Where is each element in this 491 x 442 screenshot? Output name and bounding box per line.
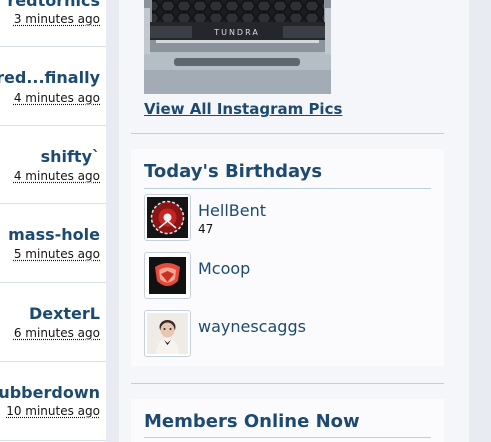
birthdays-block: Today's Birthdays HellBent 47 Mcoop wayn… xyxy=(131,149,444,366)
activity-username[interactable]: redtornics xyxy=(7,0,100,10)
activity-timestamp[interactable]: 5 minutes ago xyxy=(14,247,100,261)
activity-timestamp[interactable]: 4 minutes ago xyxy=(14,169,100,183)
list-item: shifty` 4 minutes ago xyxy=(0,126,106,204)
title-underline xyxy=(144,437,431,438)
avatar[interactable] xyxy=(144,310,191,357)
child-photo-icon xyxy=(147,313,188,354)
members-online-block: Members Online Now xyxy=(131,399,444,442)
activity-timestamp[interactable]: 4 minutes ago xyxy=(14,91,100,105)
birthday-username[interactable]: waynescaggs xyxy=(198,317,306,336)
instagram-photo[interactable]: TUNDRA xyxy=(144,0,331,94)
truck-grille-image: TUNDRA xyxy=(144,0,331,94)
column-gutter xyxy=(106,0,119,442)
grille-brand-text: TUNDRA xyxy=(213,28,260,37)
activity-username[interactable]: red...finally xyxy=(0,69,100,87)
avatar[interactable] xyxy=(144,194,191,241)
list-item: Rubberdown 10 minutes ago xyxy=(0,362,106,441)
red-gear-emblem-icon xyxy=(147,197,188,238)
sidebar: TUNDRA View All Instagram Pics Today's B… xyxy=(119,0,469,442)
birthday-age: 47 xyxy=(198,222,214,236)
list-item: redtornics 3 minutes ago xyxy=(0,0,106,47)
activity-username[interactable]: mass-hole xyxy=(8,226,100,244)
section-divider xyxy=(131,383,444,384)
activity-timestamp[interactable]: 10 minutes ago xyxy=(6,404,100,418)
activity-timestamp[interactable]: 6 minutes ago xyxy=(14,326,100,340)
activity-timestamp[interactable]: 3 minutes ago xyxy=(14,12,100,26)
recent-activity-list: redtornics 3 minutes ago red...finally 4… xyxy=(0,0,106,442)
red-shield-logo-icon xyxy=(147,255,188,296)
title-underline xyxy=(144,188,431,189)
birthdays-title: Today's Birthdays xyxy=(144,161,323,182)
section-divider xyxy=(131,133,444,134)
page-side-margin xyxy=(469,0,491,442)
list-item: red...finally 4 minutes ago xyxy=(0,47,106,126)
birthday-username[interactable]: HellBent xyxy=(198,201,266,220)
list-item: DexterL 6 minutes ago xyxy=(0,283,106,362)
list-item: mass-hole 5 minutes ago xyxy=(0,204,106,283)
activity-username[interactable]: shifty` xyxy=(41,148,100,166)
view-all-instagram-link[interactable]: View All Instagram Pics xyxy=(144,100,342,118)
avatar[interactable] xyxy=(144,252,191,299)
birthday-username[interactable]: Mcoop xyxy=(198,259,250,278)
activity-username[interactable]: DexterL xyxy=(29,305,100,323)
activity-username[interactable]: Rubberdown xyxy=(0,384,100,402)
members-online-title: Members Online Now xyxy=(144,411,360,432)
